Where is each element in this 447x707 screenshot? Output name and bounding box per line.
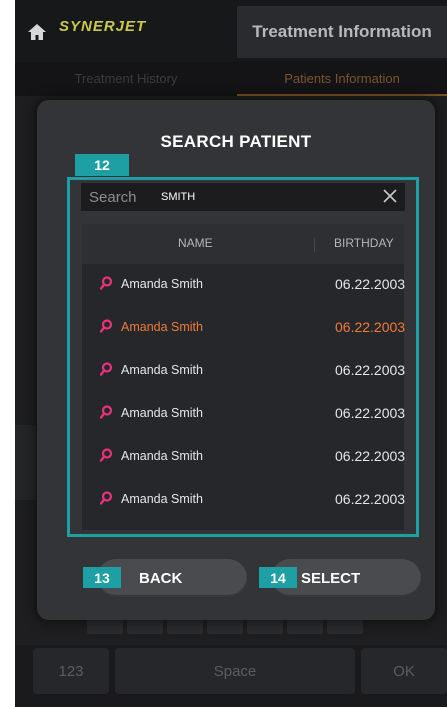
keyboard-key[interactable] bbox=[127, 618, 163, 634]
patient-table: NAME BIRTHDAY Amanda Smith 06.22.2003 Am… bbox=[82, 224, 406, 530]
patient-name: Amanda Smith bbox=[121, 406, 203, 420]
keyboard-key[interactable] bbox=[247, 618, 283, 634]
keyboard-key[interactable] bbox=[207, 618, 243, 634]
divider bbox=[314, 238, 315, 252]
patient-birthday: 06.22.2003 bbox=[335, 448, 406, 464]
column-header-birthday: BIRTHDAY bbox=[334, 236, 394, 250]
search-label: Search bbox=[89, 189, 137, 206]
search-bar: Search bbox=[81, 183, 405, 211]
patient-birthday: 06.22.2003 bbox=[335, 491, 406, 507]
keyboard-key[interactable] bbox=[167, 618, 203, 634]
back-button-label: BACK bbox=[139, 569, 183, 587]
location-pin-icon bbox=[100, 448, 113, 462]
keyboard-row bbox=[87, 618, 363, 634]
search-input[interactable] bbox=[161, 186, 361, 208]
location-pin-icon bbox=[100, 276, 113, 290]
table-row-selected[interactable]: Amanda Smith 06.22.2003 bbox=[82, 307, 406, 350]
patient-name: Amanda Smith bbox=[121, 277, 203, 291]
close-icon[interactable] bbox=[383, 189, 397, 203]
location-pin-icon bbox=[100, 405, 113, 419]
patient-name: Amanda Smith bbox=[121, 449, 203, 463]
dialog-title: SEARCH PATIENT bbox=[160, 132, 312, 151]
column-header-name: NAME bbox=[178, 236, 213, 250]
keyboard-key[interactable] bbox=[87, 618, 123, 634]
logo: SYNERJET bbox=[59, 18, 147, 35]
key-space[interactable]: Space bbox=[115, 648, 355, 694]
patient-name: Amanda Smith bbox=[121, 363, 203, 377]
annotation-tag-13: 13 bbox=[83, 567, 121, 588]
key-123[interactable]: 123 bbox=[33, 648, 109, 694]
location-pin-icon bbox=[100, 319, 113, 333]
keyboard-key[interactable] bbox=[287, 618, 323, 634]
patient-name: Amanda Smith bbox=[121, 492, 203, 506]
table-row[interactable]: Amanda Smith 06.22.2003 bbox=[82, 350, 406, 393]
patient-birthday: 06.22.2003 bbox=[335, 405, 406, 421]
annotation-tag-12: 12 bbox=[75, 154, 129, 176]
table-row[interactable]: Amanda Smith 06.22.2003 bbox=[82, 264, 406, 307]
page-title: Treatment Information bbox=[237, 6, 447, 58]
table-row[interactable]: Amanda Smith 06.22.2003 bbox=[82, 479, 406, 522]
table-row[interactable]: Amanda Smith 06.22.2003 bbox=[82, 436, 406, 479]
patient-birthday: 06.22.2003 bbox=[335, 276, 406, 292]
location-pin-icon bbox=[100, 362, 113, 376]
device-screen: SYNERJET Treatment Information Treatment… bbox=[15, 0, 447, 707]
patient-name: Amanda Smith bbox=[121, 320, 203, 334]
patient-birthday: 06.22.2003 bbox=[335, 362, 406, 378]
tab-treatment-history[interactable]: Treatment History bbox=[15, 62, 237, 94]
patient-birthday: 06.22.2003 bbox=[335, 319, 406, 335]
tab-patients-information[interactable]: Patients Information bbox=[237, 62, 447, 96]
key-ok[interactable]: OK bbox=[361, 648, 447, 694]
keyboard-key[interactable] bbox=[327, 618, 363, 634]
home-icon[interactable] bbox=[27, 22, 47, 42]
location-pin-icon bbox=[100, 491, 113, 505]
table-row[interactable]: Amanda Smith 06.22.2003 bbox=[82, 393, 406, 436]
select-button-label: SELECT bbox=[301, 569, 361, 587]
top-bar: SYNERJET Treatment Information bbox=[15, 0, 447, 68]
annotation-tag-14: 14 bbox=[259, 567, 297, 588]
search-patient-dialog: SEARCH PATIENT 12 Search NAME BIRTHDAY A… bbox=[37, 100, 435, 620]
table-header: NAME BIRTHDAY bbox=[82, 224, 404, 264]
tab-bar: Treatment History Patients Information bbox=[15, 62, 447, 96]
